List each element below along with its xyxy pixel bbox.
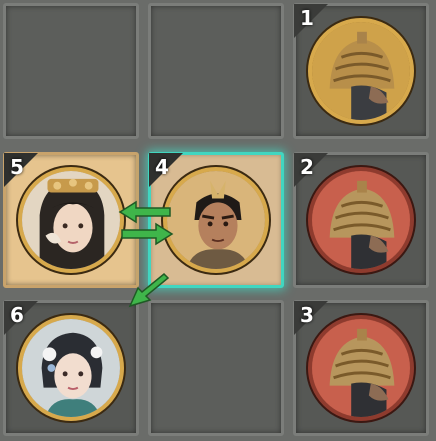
- empty-slot[interactable]: [148, 300, 284, 436]
- empty-slot[interactable]: [148, 3, 284, 139]
- slot-5[interactable]: 5: [3, 152, 139, 288]
- slot-number: 2: [300, 155, 314, 179]
- lady-portrait-icon[interactable]: [18, 315, 124, 421]
- slot-1[interactable]: 1: [293, 3, 429, 139]
- slot-number: 5: [10, 155, 24, 179]
- slot-number: 6: [10, 303, 24, 327]
- slot-number: 1: [300, 6, 314, 30]
- warrior-portrait-icon[interactable]: [163, 167, 269, 273]
- soldier-portrait-icon[interactable]: [308, 167, 414, 273]
- slot-2[interactable]: 2: [293, 152, 429, 288]
- lady-portrait-icon[interactable]: [18, 167, 124, 273]
- formation-board: 1 5 4 2 6 3: [0, 0, 436, 441]
- empty-slot[interactable]: [3, 3, 139, 139]
- slot-4[interactable]: 4: [148, 152, 284, 288]
- slot-number: 3: [300, 303, 314, 327]
- slot-3[interactable]: 3: [293, 300, 429, 436]
- soldier-portrait-icon[interactable]: [308, 315, 414, 421]
- slot-number: 4: [155, 155, 169, 179]
- soldier-portrait-icon[interactable]: [308, 18, 414, 124]
- slot-6[interactable]: 6: [3, 300, 139, 436]
